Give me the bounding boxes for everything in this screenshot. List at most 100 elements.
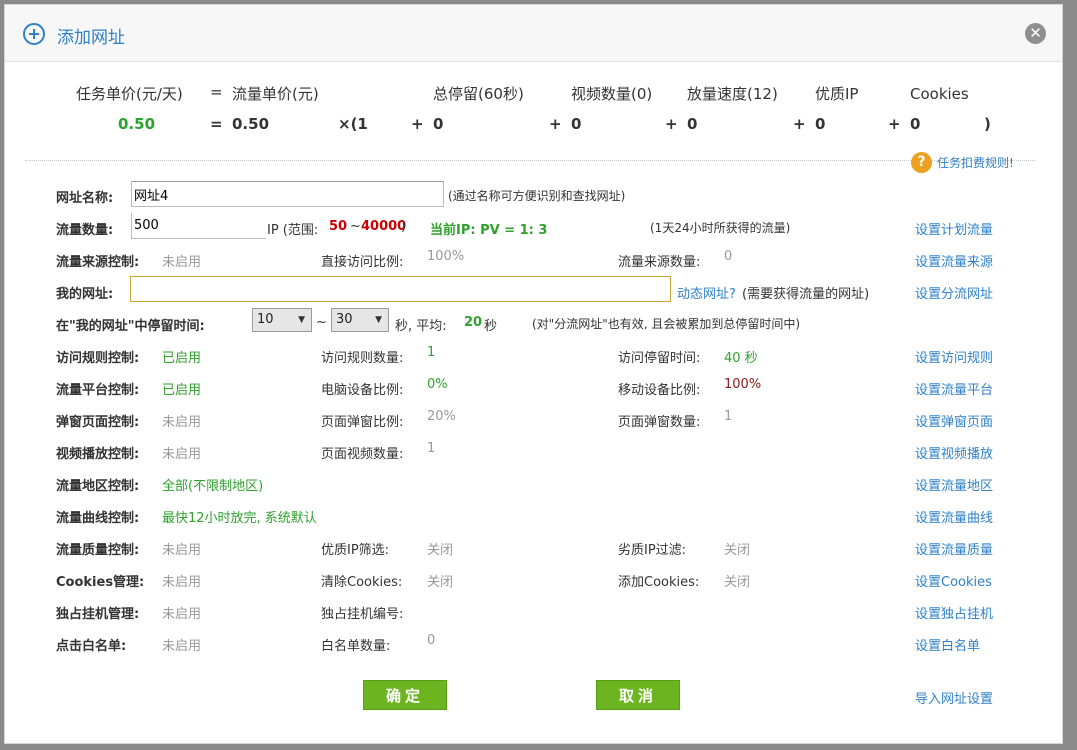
exclusive-id-label: 独占挂机编号: [321, 607, 404, 622]
set-quality-link[interactable]: 设置流量质量 [915, 539, 993, 558]
good-ip-value: 关闭 [427, 543, 454, 558]
formula-header-flow-price: 流量单价(元) [232, 85, 319, 103]
ip-range-tilde: ~ [350, 219, 361, 234]
stay-max-select[interactable]: 30 ▼ [331, 308, 389, 332]
formula-header-quality-ip: 优质IP [815, 85, 859, 103]
mobile-ratio-label: 移动设备比例: [618, 383, 701, 398]
ip-range-max: 40000 [361, 219, 407, 234]
popup-count-value: 1 [724, 409, 733, 424]
dialog-title: 添加网址 [57, 28, 125, 48]
chevron-down-icon: ▼ [375, 315, 382, 325]
count-label: 流量数量: [56, 223, 114, 238]
bad-ip-value: 关闭 [724, 543, 751, 558]
stay-avg-prefix: 秒, 平均: [395, 319, 447, 334]
billing-rules-link[interactable]: 任务扣费规则! [937, 154, 1014, 171]
formula-flow-price: 0.50 [232, 115, 270, 133]
cookies-status: 未启用 [162, 575, 202, 590]
close-icon[interactable]: ✕ [1025, 23, 1046, 44]
clear-cookies-label: 清除Cookies: [321, 575, 403, 590]
source-count-label: 流量来源数量: [618, 255, 701, 270]
pc-ratio-label: 电脑设备比例: [321, 383, 404, 398]
video-status: 未启用 [162, 447, 202, 462]
visit-rule-count-value: 1 [427, 345, 436, 360]
name-hint: (通过名称可方便识别和查找网址) [448, 189, 626, 203]
ip-range-close: ) [401, 219, 407, 234]
cookies-label: Cookies管理: [56, 575, 145, 590]
stay-time-label: 在"我的网址"中停留时间: [56, 319, 205, 334]
formula-header-eq: = [210, 83, 223, 101]
add-cookies-value: 关闭 [724, 575, 751, 590]
set-popup-link[interactable]: 设置弹窗页面 [915, 411, 993, 430]
ip-range-prefix: IP (范围: [267, 223, 319, 238]
chevron-down-icon: ▼ [298, 315, 305, 325]
mobile-ratio-value: 100% [724, 377, 762, 392]
count-hint: (1天24小时所获得的流量) [650, 221, 791, 235]
formula-header-total-stay: 总停留(60秒) [433, 85, 524, 103]
video-count-value: 1 [427, 441, 436, 456]
stay-max-value: 30 [336, 312, 353, 327]
url-name-input[interactable] [131, 181, 444, 207]
good-ip-label: 优质IP筛选: [321, 543, 390, 558]
source-status: 未启用 [162, 255, 202, 270]
add-url-dialog: 添加网址 ✕ 任务单价(元/天) = 流量单价(元) 总停留(60秒) 视频数量… [4, 4, 1063, 744]
import-settings-link[interactable]: 导入网址设置 [915, 688, 993, 707]
formula-header-cookies: Cookies [910, 85, 969, 103]
formula-value: 0 [815, 115, 826, 133]
formula-header-speed: 放量速度(12) [687, 85, 778, 103]
whitelist-count-label: 白名单数量: [321, 639, 391, 654]
bad-ip-label: 劣质IP过滤: [618, 543, 687, 558]
set-visit-rule-link[interactable]: 设置访问规则 [915, 347, 993, 366]
set-platform-link[interactable]: 设置流量平台 [915, 379, 993, 398]
set-split-url-link[interactable]: 设置分流网址 [915, 283, 993, 302]
set-curve-link[interactable]: 设置流量曲线 [915, 507, 993, 526]
visit-label: 访问规则控制: [56, 351, 140, 366]
formula-plus: + [793, 115, 806, 133]
exclusive-label: 独占挂机管理: [56, 607, 140, 622]
clear-cookies-value: 关闭 [427, 575, 454, 590]
confirm-button[interactable]: 确定 [363, 680, 447, 710]
dynamic-url-link[interactable]: 动态网址? [677, 283, 736, 302]
formula-close: ) [984, 115, 991, 133]
name-label: 网址名称: [56, 191, 114, 206]
curve-status: 最快12小时放完, 系统默认 [162, 511, 317, 526]
set-source-link[interactable]: 设置流量来源 [915, 251, 993, 270]
platform-status: 已启用 [162, 383, 202, 398]
stay-avg-suffix: 秒 [484, 319, 498, 334]
set-video-link[interactable]: 设置视频播放 [915, 443, 993, 462]
flow-count-input[interactable] [131, 213, 266, 239]
formula-plus: + [549, 115, 562, 133]
formula-plus: + [411, 115, 424, 133]
formula-times: ×(1 [338, 115, 368, 133]
direct-ratio-label: 直接访问比例: [321, 255, 404, 270]
formula-value: 0 [687, 115, 698, 133]
stay-hint: (对"分流网址"也有效, 且会被累加到总停留时间中) [532, 317, 801, 331]
whitelist-label: 点击白名单: [56, 639, 127, 654]
question-icon[interactable]: ? [911, 152, 932, 173]
stay-min-select[interactable]: 10 ▼ [252, 308, 312, 332]
plus-circle-icon [23, 23, 45, 45]
exclusive-status: 未启用 [162, 607, 202, 622]
whitelist-status: 未启用 [162, 639, 202, 654]
my-url-input[interactable] [130, 276, 671, 302]
platform-label: 流量平台控制: [56, 383, 140, 398]
stay-min-value: 10 [257, 312, 274, 327]
set-plan-flow-link[interactable]: 设置计划流量 [915, 219, 993, 238]
current-ip-pv: 当前IP: PV = 1: 3 [430, 223, 548, 238]
formula-eq: = [210, 115, 223, 133]
curve-label: 流量曲线控制: [56, 511, 140, 526]
set-exclusive-link[interactable]: 设置独占挂机 [915, 603, 993, 622]
formula-task-price: 0.50 [118, 115, 156, 133]
set-cookies-link[interactable]: 设置Cookies [915, 571, 992, 590]
cancel-button[interactable]: 取消 [596, 680, 680, 710]
formula-plus: + [888, 115, 901, 133]
dialog-header: 添加网址 ✕ [5, 5, 1062, 62]
set-region-link[interactable]: 设置流量地区 [915, 475, 993, 494]
visit-stay-value: 40 秒 [724, 351, 758, 366]
video-label: 视频播放控制: [56, 447, 140, 462]
stay-tilde: ~ [316, 315, 327, 330]
quality-status: 未启用 [162, 543, 202, 558]
set-whitelist-link[interactable]: 设置白名单 [915, 635, 980, 654]
quality-label: 流量质量控制: [56, 543, 140, 558]
region-status: 全部(不限制地区) [162, 479, 264, 494]
ip-range-min: 50 [329, 219, 348, 234]
